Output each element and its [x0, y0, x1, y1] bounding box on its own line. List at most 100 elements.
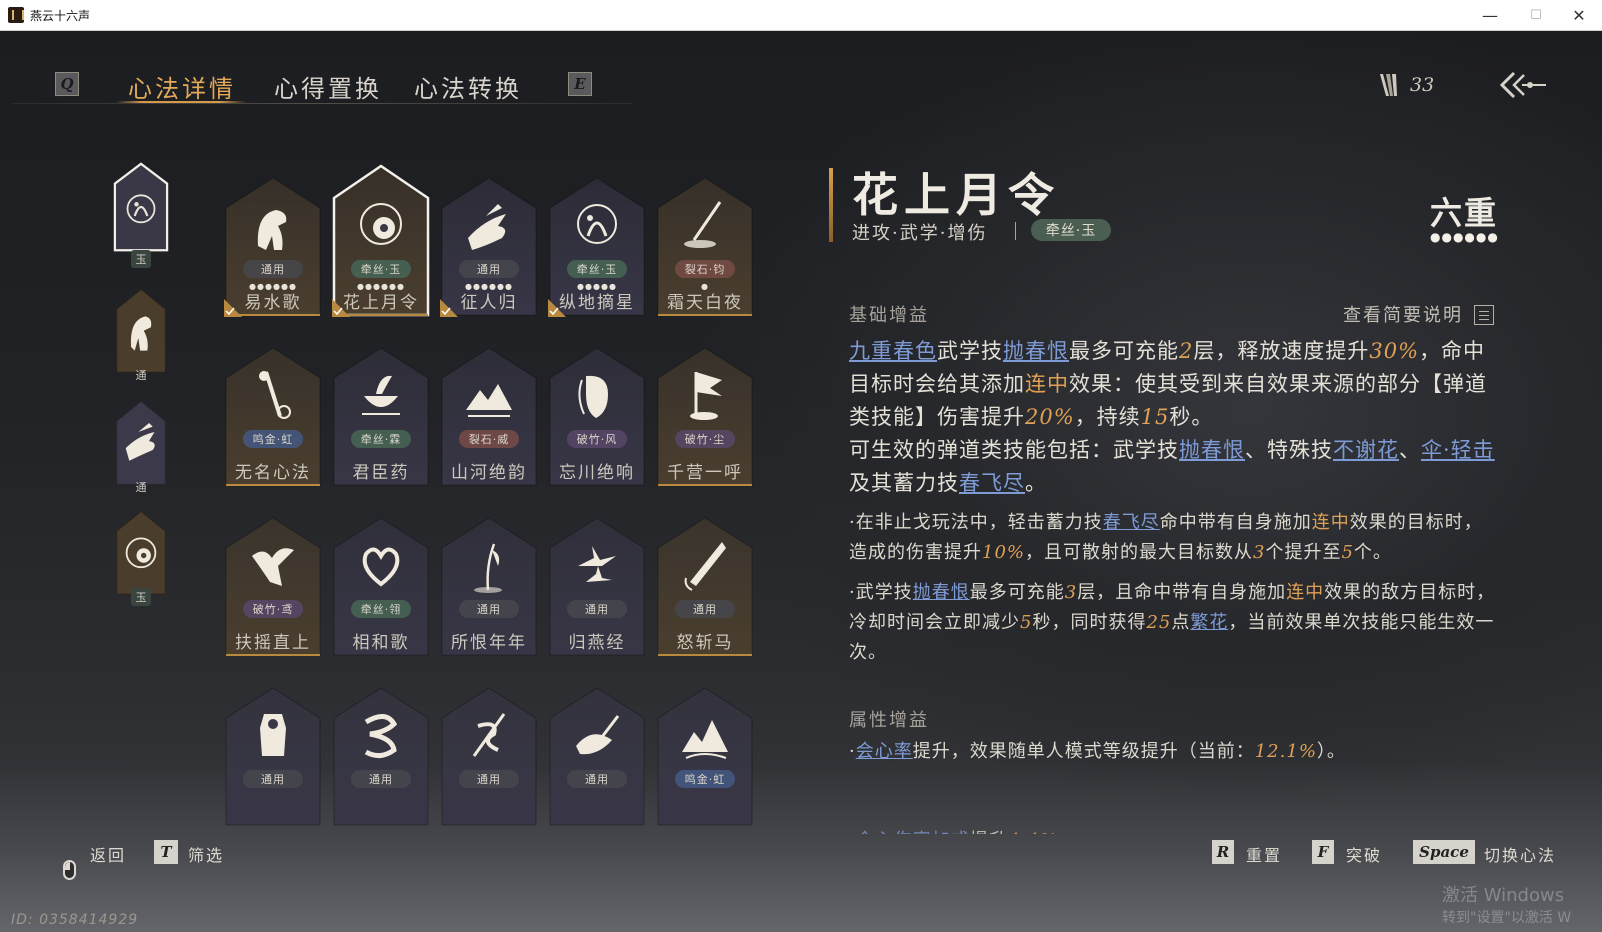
flower-moon-icon [360, 203, 402, 245]
term-link[interactable]: 抛春恨 [1003, 339, 1069, 363]
herb-bowl-icon [362, 375, 400, 415]
dragon-icon [364, 714, 398, 758]
equipped-check-icon [548, 299, 566, 317]
skill-card[interactable]: 牵丝·玉 ●●●●● 纵地摘星 [548, 174, 646, 317]
text-run: ，且可散射的最大目标数从 [1025, 542, 1254, 563]
skill-card[interactable]: 牵丝·翎 相和歌 [332, 514, 430, 657]
skill-card[interactable]: 通用 [440, 684, 538, 827]
mouse-right-icon [63, 860, 76, 880]
minimize-button[interactable]: — [1467, 0, 1513, 31]
sword-spark-icon [684, 201, 722, 248]
back-hint[interactable]: 返回 [90, 842, 126, 866]
term-link[interactable]: 会心伤害加成 [856, 830, 970, 834]
skill-card[interactable]: 通用 所恨年年 [440, 514, 538, 657]
view-brief-button[interactable]: 查看简要说明 [1343, 301, 1463, 327]
staff-icon [259, 371, 291, 419]
card-name: 霜天白夜 [667, 293, 743, 313]
text-run: ）。 [1316, 741, 1346, 762]
skill-card[interactable]: 通用 [548, 684, 646, 827]
birds-heart-icon [362, 547, 400, 587]
skill-card[interactable]: 通用 归燕经 [548, 514, 646, 657]
tag-separator [1015, 222, 1016, 240]
card-type-badge: 牵丝·霖 [351, 430, 411, 448]
sidebar-slot-3[interactable]: 通 [110, 396, 172, 494]
sidebar-slot-label: 通 [135, 369, 147, 382]
equipped-check-icon [440, 299, 458, 317]
term-link[interactable]: 伞·轻击 [1421, 438, 1495, 462]
highlight-value: 连中 [1311, 512, 1350, 533]
list-icon[interactable] [1474, 305, 1494, 325]
basic-bonus-header: 基础增益 [849, 305, 929, 326]
skill-card[interactable]: 鸣金·虹 [656, 684, 754, 827]
armor-icon [260, 714, 286, 756]
card-type-badge: 通用 [675, 600, 735, 618]
term-link[interactable]: 春飞尽 [959, 471, 1025, 495]
skill-card[interactable]: 破竹·尘 千营一呼 [656, 344, 754, 487]
tab-skill-convert[interactable]: 心法转换 [414, 69, 522, 105]
skill-card[interactable]: 通用 怒斩马 [656, 514, 754, 657]
term-link[interactable]: 会心率 [856, 741, 913, 762]
reset-key[interactable]: R [1212, 840, 1234, 864]
skill-card[interactable]: 鸣金·虹 无名心法 [224, 344, 322, 487]
card-name: 无名心法 [235, 463, 311, 483]
term-link[interactable]: 繁花 [1190, 612, 1228, 633]
breakthrough-hint[interactable]: 突破 [1346, 842, 1382, 866]
mask-icon [578, 375, 608, 418]
term-link[interactable]: 抛春恨 [1179, 438, 1245, 462]
skill-card[interactable]: 通用 [332, 684, 430, 827]
skill-card[interactable]: 通用 ●●●●●● 易水歌 [224, 174, 322, 317]
highlight-value: 30% [1369, 339, 1420, 363]
text-run: 武学技 [937, 339, 1003, 363]
filter-key[interactable]: T [154, 840, 178, 864]
slot-frame [113, 162, 169, 252]
switch-hint[interactable]: 切换心法 [1484, 842, 1556, 866]
text-run: 命中带有自身施加 [1159, 512, 1312, 533]
back-arrow-icon[interactable] [1500, 69, 1548, 101]
skill-card[interactable]: 牵丝·玉 ●●●●●● 花上月令 [332, 164, 430, 317]
term-link[interactable]: 九重春色 [849, 339, 937, 363]
sidebar-slot-2[interactable]: 通 [110, 284, 172, 382]
tab-insight-exchange[interactable]: 心得置换 [274, 69, 382, 105]
text-run: 最多可充能 [969, 582, 1065, 603]
skill-card[interactable]: 裂石·钧 ● 霜天白夜 [656, 174, 754, 317]
skill-card[interactable]: 裂石·威 山河绝韵 [440, 344, 538, 487]
card-name: 山河绝韵 [451, 463, 527, 483]
text-run: 、 [1399, 438, 1421, 462]
text-run: ·武学技 [849, 582, 913, 603]
skill-card[interactable]: 破竹·风 忘川绝响 [548, 344, 646, 487]
text-run: 提升 [970, 830, 1008, 834]
card-type-badge: 牵丝·翎 [351, 600, 411, 618]
reset-hint[interactable]: 重置 [1246, 842, 1282, 866]
watermark-line-1: 激活 Windows [1442, 885, 1565, 906]
card-name: 千营一呼 [667, 463, 743, 483]
attribute-list-clip: ·会心伤害加成提升4.4% [849, 804, 1499, 834]
term-link[interactable]: 抛春恨 [913, 582, 970, 603]
highlight-value: 5 [1341, 542, 1354, 563]
sidebar-slot-4[interactable]: 玉 [110, 506, 172, 606]
prev-tab-key[interactable]: Q [55, 72, 79, 96]
maximize-button[interactable]: ☐ [1513, 0, 1559, 31]
skill-card[interactable]: 牵丝·霖 君臣药 [332, 344, 430, 487]
switch-key[interactable]: Space [1413, 840, 1475, 864]
card-name: 忘川绝响 [559, 463, 635, 483]
breakthrough-key[interactable]: F [1312, 840, 1334, 864]
filter-hint[interactable]: 筛选 [188, 842, 224, 866]
text-run: 个提升至 [1265, 542, 1342, 563]
tab-skill-detail[interactable]: 心法详情 [128, 69, 236, 105]
card-type-badge: 破竹·鸢 [243, 600, 303, 618]
sidebar-slot-1[interactable]: 玉 [110, 162, 172, 268]
next-tab-key[interactable]: E [568, 72, 592, 96]
card-type-badge: 牵丝·玉 [567, 260, 627, 278]
app-icon [8, 7, 24, 23]
term-link[interactable]: 春飞尽 [1103, 512, 1160, 533]
skill-card[interactable]: 通用 [224, 684, 322, 827]
close-button[interactable]: ✕ [1556, 0, 1602, 31]
term-link[interactable]: 不谢花 [1333, 438, 1399, 462]
highlight-value: 12.1% [1254, 741, 1317, 762]
text-run: 层，释放速度提升 [1193, 339, 1370, 363]
skill-card[interactable]: 通用 ●●●●●● 征人归 [440, 174, 538, 317]
reed-icon [474, 543, 502, 593]
text-run: ·在非止戈玩法中，轻击蓄力技 [849, 512, 1103, 533]
card-type-badge: 通用 [459, 770, 519, 788]
skill-card[interactable]: 破竹·鸢 扶摇直上 [224, 514, 322, 657]
